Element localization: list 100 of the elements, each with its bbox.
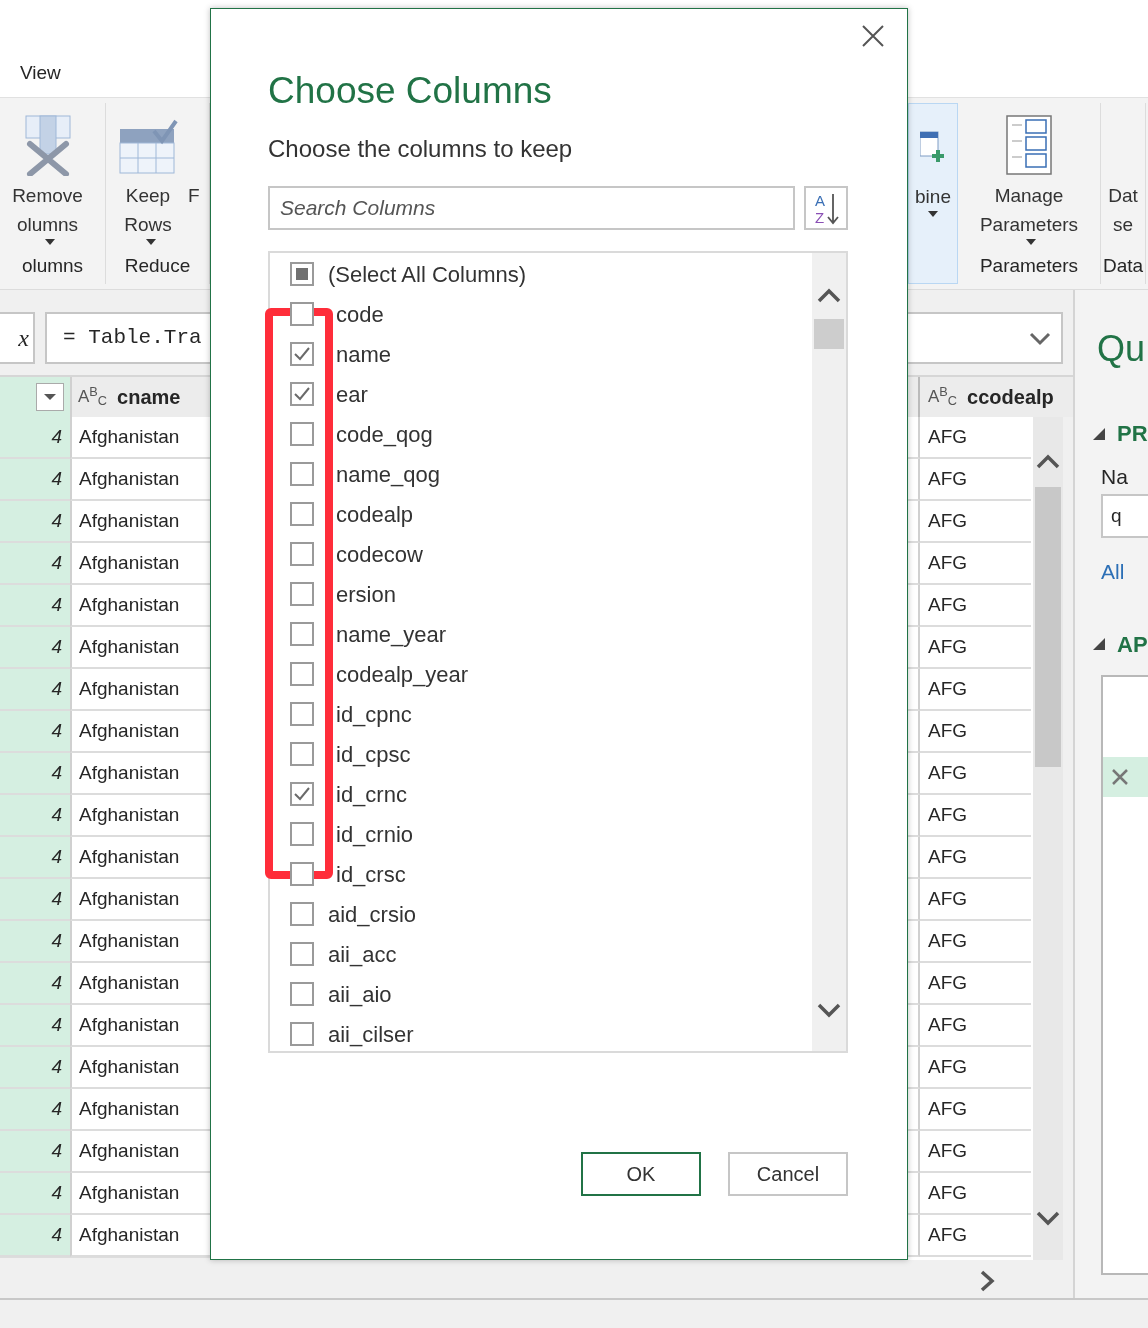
list-item[interactable]: codealp [270,494,812,534]
list-item[interactable]: aii_aio [270,974,812,1014]
scrollbar-thumb[interactable] [814,319,844,349]
ribbon-button[interactable]: Keep Rows [118,109,178,245]
table-cell: 4 [0,669,70,711]
ribbon-button[interactable]: Remove olumns [12,109,83,245]
search-field[interactable]: Search Columns [268,186,795,230]
column-name: ear [336,380,368,409]
table-cell: 4 [0,753,70,795]
checkbox[interactable] [290,902,314,926]
scrollbar[interactable] [812,253,846,1051]
table-cell: 4 [0,711,70,753]
list-item[interactable]: (Select All Columns) [270,254,812,294]
list-item[interactable]: id_crsc [270,854,812,894]
ribbon-button[interactable]: bine [915,110,951,217]
column-name: codealp [336,500,414,529]
field-label: Na [1101,464,1129,490]
checkbox[interactable] [290,622,314,646]
list-item[interactable]: code [270,294,812,334]
table-cell: Afghanistan [70,627,210,669]
checkbox[interactable] [290,822,314,846]
column-name: id_cpsc [336,740,411,769]
list-item[interactable]: name [270,334,812,374]
scrollbar-thumb[interactable] [1035,487,1061,767]
checkbox[interactable] [290,422,314,446]
expanded-triangle-icon[interactable] [1093,638,1105,650]
applied-step[interactable] [1103,756,1148,797]
list-item[interactable]: ear [270,374,812,414]
column-name: ersion [336,580,396,609]
checkbox[interactable] [290,462,314,486]
formula-field[interactable]: = Table.Tra [45,312,210,364]
checkbox[interactable] [290,942,314,966]
horizontal-scrollbar[interactable] [0,1257,210,1298]
ribbon-button[interactable]: Manage Parameters [979,109,1079,245]
chevron-down-icon[interactable] [1029,330,1051,346]
list-item[interactable]: id_cpnc [270,694,812,734]
checkbox[interactable] [290,742,314,766]
scrollbar[interactable] [1033,417,1063,1260]
list-item[interactable]: aid_crsio [270,894,812,934]
checkbox[interactable] [290,342,314,366]
list-item[interactable]: aii_cilser [270,1014,812,1054]
checkbox[interactable] [290,982,314,1006]
filter-dropdown-button[interactable] [36,383,64,411]
sort-button[interactable]: A Z [804,186,848,230]
table-cell: 4 [0,1047,70,1089]
checkbox[interactable] [290,542,314,566]
checkbox[interactable] [290,1022,314,1046]
table-cell: Afghanistan [70,543,210,585]
formula-field[interactable] [908,312,1063,364]
checkbox[interactable] [290,782,314,806]
table-cell: Afghanistan [70,795,210,837]
list-item[interactable]: codealp_year [270,654,812,694]
properties-link[interactable]: All [1101,556,1148,588]
list-item[interactable]: id_crnio [270,814,812,854]
table-cell: Afghanistan [70,459,210,501]
column-name: name [336,340,392,369]
list-item[interactable]: codecow [270,534,812,574]
checkbox[interactable] [290,582,314,606]
table-cell: Afghanistan [70,585,210,627]
list-item[interactable]: name_qog [270,454,812,494]
horizontal-scrollbar[interactable] [908,1260,1073,1298]
checkbox[interactable] [290,502,314,526]
dialog-button[interactable]: OK [581,1152,701,1196]
section-heading: PR [1117,420,1148,448]
name-field[interactable]: q [1101,494,1148,538]
column-name: code [336,300,384,329]
ribbon-button[interactable]: Dat se [1108,109,1138,239]
expanded-triangle-icon[interactable] [1093,427,1105,440]
ribbon-group-label: Reduce [124,255,191,276]
checkbox[interactable] [290,862,314,886]
ribbon-button[interactable]: F [188,109,200,210]
pane-title: Qu [1097,327,1147,371]
list-item[interactable]: name_year [270,614,812,654]
checkbox[interactable] [290,702,314,726]
dialog-button[interactable]: Cancel [728,1152,848,1196]
ribbon-tab[interactable]: View [20,62,61,83]
table-cell: Afghanistan [70,1005,210,1047]
table-cell: 4 [0,417,70,459]
list-item[interactable]: id_crnc [270,774,812,814]
table-cell: Afghanistan [70,1215,210,1257]
scroll-down-icon[interactable] [1036,1209,1060,1227]
checkbox[interactable] [290,302,314,326]
column-name: codecow [336,540,423,569]
list-item[interactable]: aii_acc [270,934,812,974]
list-item[interactable]: id_cpsc [270,734,812,774]
scroll-up-icon[interactable] [1036,453,1060,471]
scroll-right-icon[interactable] [978,1269,996,1292]
table-cell: Afghanistan [70,837,210,879]
parameters-form-icon [1006,115,1052,175]
table-cell: 4 [0,795,70,837]
column-name: aii_cilser [328,1020,414,1049]
checkbox[interactable] [290,262,314,286]
column-name: id_crsc [336,860,406,889]
scroll-up-icon[interactable] [817,287,841,305]
list-item[interactable]: ersion [270,574,812,614]
list-item[interactable]: code_qog [270,414,812,454]
scroll-down-icon[interactable] [817,1001,841,1019]
checkbox[interactable] [290,662,314,686]
checkbox[interactable] [290,382,314,406]
delete-icon[interactable] [1111,767,1129,786]
